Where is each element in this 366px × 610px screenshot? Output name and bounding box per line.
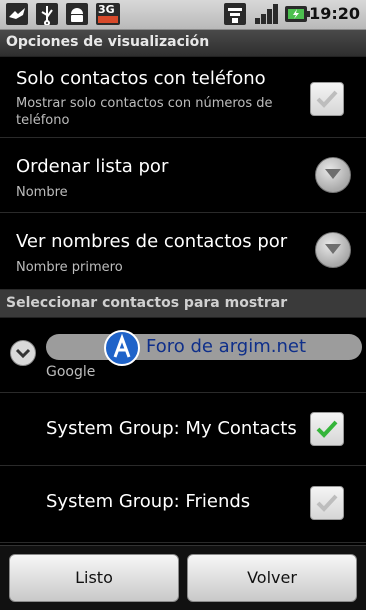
- sort-order-dropdown-icon[interactable]: [315, 157, 351, 193]
- row-title: Solo contactos con teléfono: [16, 68, 266, 89]
- dialog-title: Opciones de visualización: [6, 34, 210, 50]
- 3g-icon: 3G: [96, 3, 120, 25]
- group-title: System Group: My Contacts: [46, 418, 297, 439]
- phone-only-checkbox[interactable]: [310, 82, 344, 116]
- usb-icon: [36, 3, 58, 26]
- group-row[interactable]: System Group: Friends: [0, 467, 366, 543]
- row-subtitle: Nombre primero: [16, 260, 123, 275]
- android-debug-icon: [66, 3, 88, 25]
- back-button[interactable]: Volver: [187, 554, 357, 602]
- expand-account-icon[interactable]: [10, 340, 36, 366]
- group-title: System Group: Friends: [46, 491, 251, 512]
- battery-charging-icon: [284, 3, 310, 25]
- clock: 19:20: [309, 4, 360, 23]
- ok-button[interactable]: Listo: [9, 554, 179, 602]
- wifi-icon: [224, 3, 246, 25]
- section-title: Seleccionar contactos para mostrar: [6, 295, 288, 311]
- friends-checkbox[interactable]: [310, 486, 344, 520]
- section-header: Seleccionar contactos para mostrar: [0, 290, 366, 318]
- watermark-text: Foro de argim.net: [146, 336, 307, 357]
- phone-only-setting-row[interactable]: Solo contactos con teléfono Mostrar solo…: [0, 58, 366, 138]
- row-title: Ver nombres de contactos por: [16, 231, 288, 252]
- name-display-setting-row[interactable]: Ver nombres de contactos por Nombre prim…: [0, 214, 366, 290]
- status-bar: 3G 19:20: [0, 0, 366, 30]
- sort-order-setting-row[interactable]: Ordenar lista por Nombre: [0, 139, 366, 213]
- row-subtitle: Mostrar solo contactos con números de te…: [16, 96, 273, 128]
- network-type-label: 3G: [98, 3, 115, 16]
- notification-bird-icon: [6, 3, 28, 25]
- watermark-logo-icon: [104, 330, 140, 366]
- group-row[interactable]: System Group: My Contacts: [0, 394, 366, 466]
- row-title: Ordenar lista por: [16, 156, 169, 177]
- account-type-label: Google: [46, 364, 96, 380]
- my-contacts-checkbox[interactable]: [310, 412, 344, 446]
- row-subtitle: Nombre: [16, 185, 68, 200]
- dialog-title-bar: Opciones de visualización: [0, 30, 366, 57]
- signal-icon: [254, 3, 280, 25]
- name-display-dropdown-icon[interactable]: [315, 232, 351, 268]
